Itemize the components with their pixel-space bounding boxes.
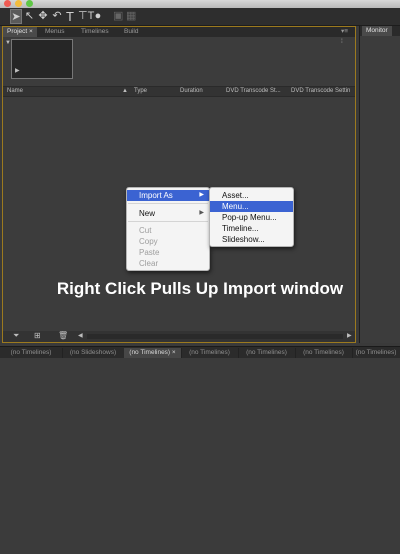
- asset-thumbnail: ▶: [11, 39, 73, 79]
- tab-timeline-6[interactable]: (no Timelines): [295, 348, 353, 358]
- tab-project[interactable]: Project ×: [3, 27, 37, 37]
- tab-monitor[interactable]: Monitor: [362, 26, 392, 36]
- submenu-arrow-icon: ▶: [199, 210, 204, 216]
- column-header-transcode-settings[interactable]: DVD Transcode Settin: [291, 87, 350, 96]
- menu-item-clear[interactable]: Clear: [127, 258, 209, 269]
- menu-item-new[interactable]: New ▶: [127, 208, 209, 219]
- submenu-item-menu[interactable]: Menu...: [210, 201, 293, 212]
- minimize-window-button[interactable]: [15, 0, 22, 7]
- direct-select-tool-icon[interactable]: ↖: [24, 9, 35, 24]
- sort-ascending-icon[interactable]: ▲: [122, 87, 128, 96]
- panel-menu-icon[interactable]: ▾≡ ⁞: [337, 27, 355, 45]
- vertical-text-tool-icon[interactable]: ⊤T: [78, 9, 94, 24]
- menu-item-paste[interactable]: Paste: [127, 247, 209, 258]
- menu-separator: [128, 203, 208, 204]
- trash-icon[interactable]: 🗑: [58, 331, 68, 341]
- play-icon[interactable]: ▶: [15, 66, 20, 76]
- preview-icon[interactable]: ▣: [113, 9, 123, 24]
- new-item-icon[interactable]: ⊞: [34, 331, 41, 341]
- project-panel-tabbar: Project × Menus Timelines Build ▾≡ ⁞: [3, 27, 355, 45]
- tools-toolbar: ➤ ↖ ✥ ↶ T ⊤T ● ▣ ▦: [0, 8, 400, 26]
- menu-separator: [128, 221, 208, 222]
- tab-timeline-1[interactable]: (no Timelines): [0, 348, 63, 358]
- safe-area-icon[interactable]: ▦: [126, 9, 136, 24]
- close-icon[interactable]: ×: [172, 349, 176, 356]
- submenu-item-timeline[interactable]: Timeline...: [210, 223, 293, 234]
- column-header-duration[interactable]: Duration: [180, 87, 203, 96]
- column-header-transcode-status[interactable]: DVD Transcode St...: [226, 87, 281, 96]
- column-header-row: Name ▲ Type Duration DVD Transcode St...…: [3, 86, 355, 97]
- tab-timeline-7[interactable]: (no Timelines): [352, 348, 400, 358]
- text-tool-icon[interactable]: T: [64, 9, 76, 24]
- column-header-type[interactable]: Type: [134, 87, 147, 96]
- monitor-panel-tabbar: Monitor: [360, 26, 400, 36]
- timeline-panel: [0, 358, 400, 554]
- tab-build[interactable]: Build: [120, 27, 142, 37]
- tab-timeline-5[interactable]: (no Timelines): [238, 348, 296, 358]
- tab-timeline-4[interactable]: (no Timelines): [181, 348, 239, 358]
- tab-slideshows[interactable]: (no Slideshows): [62, 348, 125, 358]
- move-tool-icon[interactable]: ✥: [36, 9, 50, 24]
- scroll-left-icon[interactable]: ◀: [78, 331, 83, 341]
- context-menu: Import As ▶ New ▶ Cut Copy Paste Clear: [126, 187, 210, 271]
- submenu-item-asset[interactable]: Asset...: [210, 190, 293, 201]
- rotate-tool-icon[interactable]: ↶: [52, 9, 62, 24]
- selection-tool-icon[interactable]: ➤: [10, 9, 22, 24]
- caption-text: Right Click Pulls Up Import window: [56, 279, 344, 298]
- tab-timelines[interactable]: Timelines: [77, 27, 113, 37]
- filter-icon[interactable]: ⏷: [13, 331, 19, 341]
- zoom-tool-icon[interactable]: ●: [94, 9, 102, 24]
- submenu-arrow-icon: ▶: [199, 192, 204, 198]
- window-title-bar: [0, 0, 400, 8]
- scroll-right-icon[interactable]: ▶: [347, 331, 352, 341]
- column-header-name[interactable]: Name: [7, 87, 23, 96]
- menu-item-cut[interactable]: Cut: [127, 225, 209, 236]
- tab-menus[interactable]: Menus: [41, 27, 69, 37]
- import-as-submenu: Asset... Menu... Pop-up Menu... Timeline…: [209, 187, 294, 247]
- tab-timeline-active[interactable]: (no Timelines) ×: [124, 348, 182, 358]
- close-icon[interactable]: ×: [29, 28, 33, 35]
- horizontal-scrollbar[interactable]: [87, 334, 343, 339]
- submenu-item-slideshow[interactable]: Slideshow...: [210, 234, 293, 245]
- close-window-button[interactable]: [4, 0, 11, 7]
- project-panel-bottom-bar: ⏷ ⊞ 🗑 ◀ ▶: [3, 331, 355, 342]
- menu-item-import-as[interactable]: Import As ▶: [127, 190, 209, 201]
- zoom-window-button[interactable]: [26, 0, 33, 7]
- submenu-item-popup-menu[interactable]: Pop-up Menu...: [210, 212, 293, 223]
- menu-item-copy[interactable]: Copy: [127, 236, 209, 247]
